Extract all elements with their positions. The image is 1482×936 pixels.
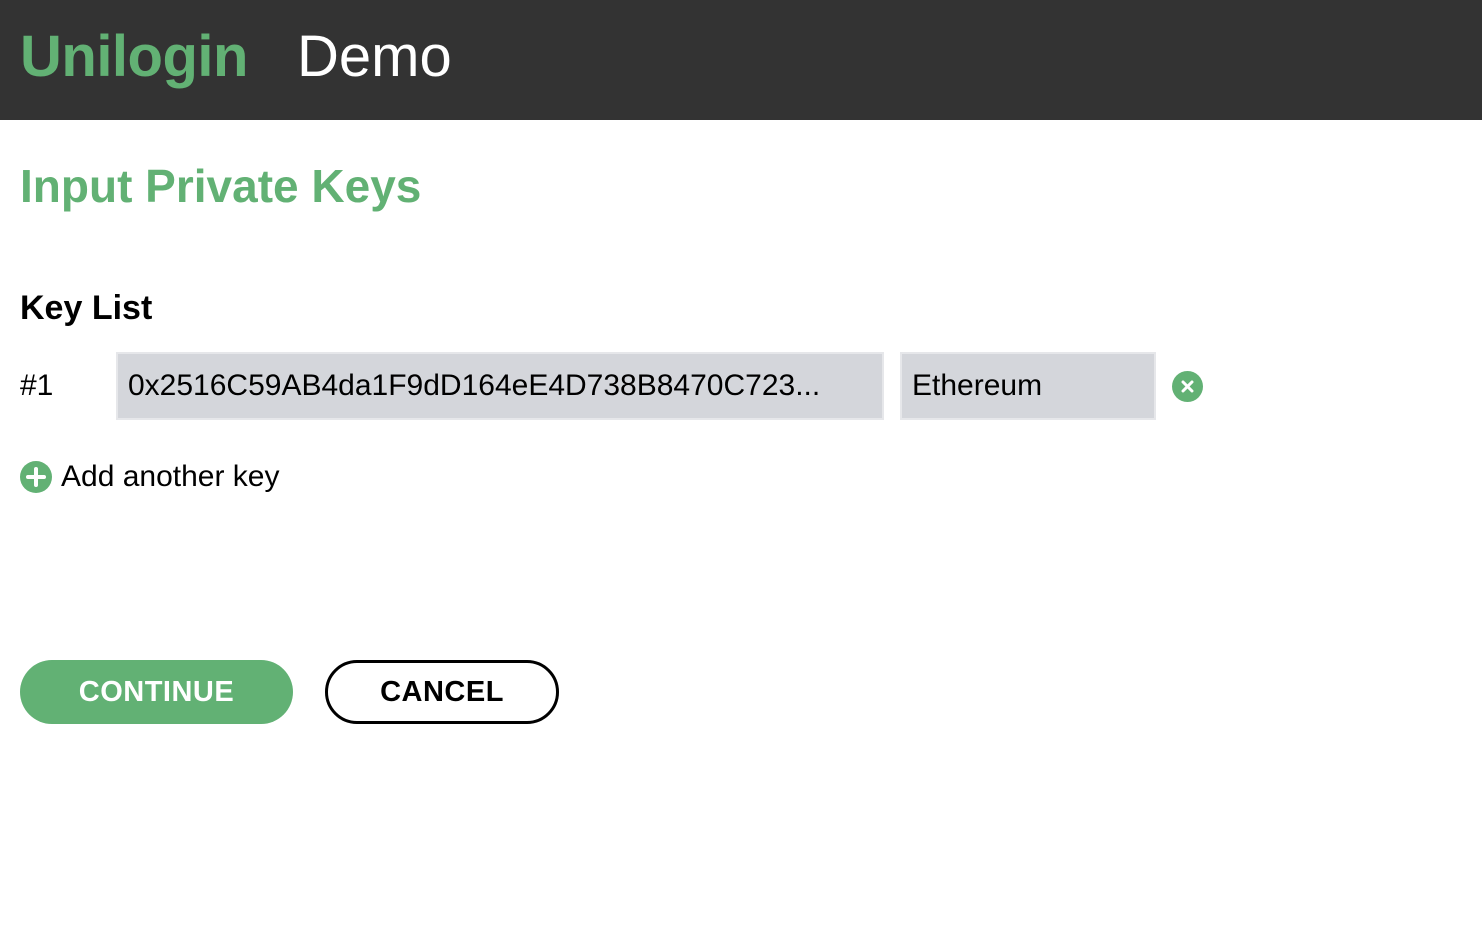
page-title: Input Private Keys xyxy=(20,160,422,212)
close-circle-icon xyxy=(1181,380,1194,393)
plus-circle-icon xyxy=(20,461,52,493)
remove-key-button[interactable] xyxy=(1172,371,1203,402)
continue-button[interactable]: CONTINUE xyxy=(20,660,293,724)
network-select[interactable]: Ethereum xyxy=(900,352,1156,420)
key-list-title: Key List xyxy=(20,289,153,327)
add-another-key-label: Add another key xyxy=(61,460,280,493)
brand-subtitle: Demo xyxy=(297,24,452,89)
brand-logo[interactable]: Unilogin xyxy=(20,22,248,92)
private-key-input[interactable]: 0x2516C59AB4da1F9dD164eE4D738B8470C723..… xyxy=(116,352,884,420)
key-row-index: #1 xyxy=(20,369,54,402)
cancel-button[interactable]: CANCEL xyxy=(325,660,559,724)
app-header: Unilogin Demo xyxy=(0,0,1482,120)
